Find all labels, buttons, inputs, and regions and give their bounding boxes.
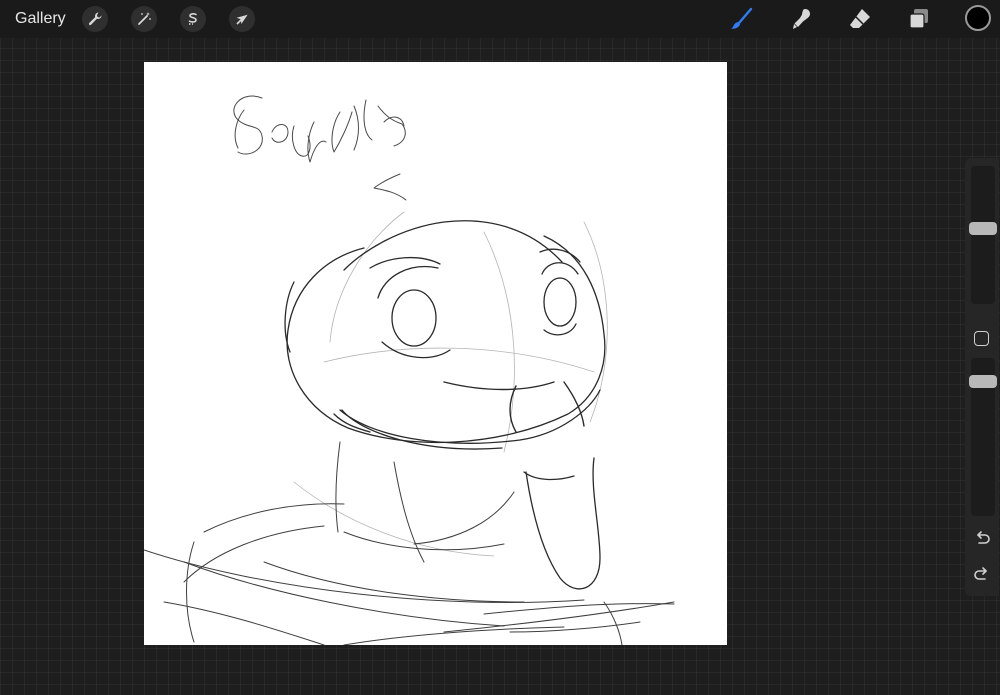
right-sidebar [965, 158, 999, 596]
opacity-slider[interactable] [969, 358, 997, 516]
adjustments-button[interactable] [131, 6, 157, 32]
magic-wand-icon [138, 12, 151, 25]
sketch-drawing [144, 95, 675, 645]
modify-button[interactable] [974, 331, 989, 346]
brush-button[interactable] [728, 5, 756, 33]
brush-size-slider[interactable] [969, 166, 997, 304]
layers-icon [909, 9, 928, 29]
smudge-icon [793, 9, 810, 29]
color-picker-button[interactable] [965, 5, 991, 31]
smudge-button[interactable] [787, 5, 815, 33]
selection-s-icon [188, 13, 197, 25]
redo-button[interactable] [972, 565, 992, 585]
gallery-button[interactable]: Gallery [15, 9, 66, 29]
redo-icon [974, 567, 987, 580]
actions-button[interactable] [82, 6, 108, 32]
layers-button[interactable] [905, 5, 933, 33]
brush-icon [731, 7, 753, 29]
transform-button[interactable] [229, 6, 255, 32]
undo-icon [977, 531, 990, 544]
undo-button[interactable] [972, 529, 992, 549]
brush-size-slider-thumb[interactable] [969, 222, 997, 235]
eraser-button[interactable] [846, 5, 874, 33]
drawing-canvas[interactable] [144, 62, 727, 645]
opacity-slider-thumb[interactable] [969, 375, 997, 388]
eraser-icon [850, 9, 870, 28]
arrow-cursor-icon [236, 14, 248, 25]
wrench-icon [88, 12, 102, 26]
top-toolbar: Gallery [0, 0, 1000, 38]
selection-button[interactable] [180, 6, 206, 32]
